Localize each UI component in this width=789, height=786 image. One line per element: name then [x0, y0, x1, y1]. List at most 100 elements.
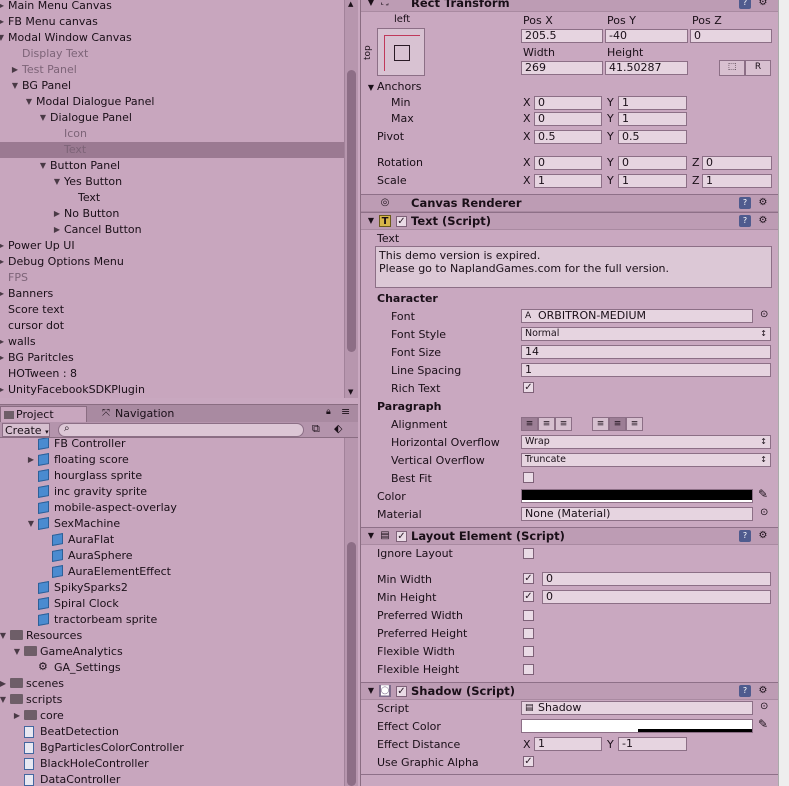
expanded-arrow-icon[interactable]: ▼: [24, 94, 34, 109]
foldout-arrow-icon[interactable]: ▼: [365, 0, 377, 9]
collapsed-arrow-icon[interactable]: ▶: [0, 14, 6, 29]
line-spacing-field[interactable]: 1: [521, 363, 771, 377]
rotation-y-field[interactable]: 0: [618, 156, 687, 170]
hierarchy-item[interactable]: ▼ Modal Dialogue Panel: [0, 94, 344, 110]
hierarchy-item[interactable]: Text: [0, 190, 344, 206]
object-picker-icon[interactable]: ⊙: [760, 507, 768, 518]
lock-icon[interactable]: 🔒︎: [326, 407, 331, 417]
project-search-input[interactable]: ⌕: [58, 423, 304, 437]
create-dropdown[interactable]: Create ▾: [2, 423, 50, 437]
hierarchy-item[interactable]: ▶ Main Menu Canvas: [0, 0, 344, 14]
text-content-area[interactable]: This demo version is expired. Please go …: [375, 246, 772, 288]
preferred-width-checkbox[interactable]: [523, 610, 534, 621]
project-asset-item[interactable]: FB Controller: [0, 438, 344, 452]
hierarchy-item[interactable]: ▶ Cancel Button: [0, 222, 344, 238]
panel-menu-icon[interactable]: ≡: [341, 405, 350, 418]
expanded-arrow-icon[interactable]: ▼: [12, 644, 22, 659]
canvas-renderer-header[interactable]: ◎ Canvas Renderer ? ⚙: [361, 194, 778, 212]
tab-project[interactable]: Project: [0, 406, 87, 423]
ignore-layout-checkbox[interactable]: [523, 548, 534, 559]
hierarchy-item[interactable]: ▼ Button Panel: [0, 158, 344, 174]
pivot-x-field[interactable]: 0.5: [534, 130, 602, 144]
scale-y-field[interactable]: 1: [618, 174, 687, 188]
object-picker-icon[interactable]: ⊙: [760, 309, 768, 320]
align-right-icon[interactable]: ≡: [555, 417, 572, 431]
project-asset-item[interactable]: BlackHoleController: [0, 756, 344, 772]
best-fit-checkbox[interactable]: [523, 472, 534, 483]
anchor-preset-button[interactable]: [377, 28, 425, 76]
hierarchy-item[interactable]: ▶ No Button: [0, 206, 344, 222]
font-field[interactable]: A ORBITRON-MEDIUM: [521, 309, 753, 323]
collapsed-arrow-icon[interactable]: ▶: [12, 708, 22, 723]
rotation-z-field[interactable]: 0: [702, 156, 772, 170]
project-asset-item[interactable]: SpikySparks2: [0, 580, 344, 596]
horizontal-overflow-dropdown[interactable]: Wrap: [521, 435, 771, 449]
hierarchy-item[interactable]: Icon: [0, 126, 344, 142]
align-middle-icon[interactable]: ≡: [609, 417, 626, 431]
project-asset-item[interactable]: ▼ Resources: [0, 628, 344, 644]
min-width-checkbox[interactable]: ✓: [523, 573, 534, 584]
gear-icon[interactable]: ⚙: [757, 197, 769, 209]
anchors-foldout-icon[interactable]: ▼: [365, 82, 377, 94]
hierarchy-item[interactable]: HOTween : 8: [0, 366, 344, 382]
script-field[interactable]: ▤ Shadow: [521, 701, 753, 715]
anchor-max-x-field[interactable]: 0: [534, 112, 602, 126]
rect-transform-header[interactable]: ▼ ⛶ Rect Transform ? ⚙: [361, 0, 778, 12]
material-field[interactable]: None (Material): [521, 507, 753, 521]
collapsed-arrow-icon[interactable]: ▶: [0, 350, 6, 365]
scale-z-field[interactable]: 1: [702, 174, 772, 188]
hierarchy-item[interactable]: ▼ BG Panel: [0, 78, 344, 94]
collapsed-arrow-icon[interactable]: ▶: [0, 382, 6, 397]
project-asset-item[interactable]: ▶ floating score: [0, 452, 344, 468]
anchor-min-y-field[interactable]: 1: [618, 96, 687, 110]
layout-element-header[interactable]: ▼ ▤ ✓ Layout Element (Script) ? ⚙: [361, 527, 778, 545]
pos-y-field[interactable]: -40: [605, 29, 688, 43]
scroll-up-icon[interactable]: ▲: [348, 0, 353, 8]
flexible-width-checkbox[interactable]: [523, 646, 534, 657]
gear-icon[interactable]: ⚙: [757, 685, 769, 697]
vertical-overflow-dropdown[interactable]: Truncate: [521, 453, 771, 467]
font-style-dropdown[interactable]: Normal: [521, 327, 771, 341]
hierarchy-item[interactable]: ▶ BG Paritcles: [0, 350, 344, 366]
hierarchy-item[interactable]: Score text: [0, 302, 344, 318]
anchor-max-y-field[interactable]: 1: [618, 112, 687, 126]
help-icon[interactable]: ?: [739, 685, 751, 697]
pos-x-field[interactable]: 205.5: [521, 29, 603, 43]
use-graphic-alpha-checkbox[interactable]: ✓: [523, 756, 534, 767]
collapsed-arrow-icon[interactable]: ▶: [0, 334, 6, 349]
expanded-arrow-icon[interactable]: ▼: [38, 110, 48, 125]
scale-x-field[interactable]: 1: [534, 174, 602, 188]
font-size-field[interactable]: 14: [521, 345, 771, 359]
project-asset-item[interactable]: BeatDetection: [0, 724, 344, 740]
shadow-enabled-checkbox[interactable]: ✓: [396, 686, 407, 697]
align-top-icon[interactable]: ≡: [592, 417, 609, 431]
project-asset-item[interactable]: BgParticlesColorController: [0, 740, 344, 756]
project-asset-item[interactable]: Spiral Clock: [0, 596, 344, 612]
anchor-min-x-field[interactable]: 0: [534, 96, 602, 110]
align-center-icon[interactable]: ≡: [538, 417, 555, 431]
collapsed-arrow-icon[interactable]: ▶: [26, 452, 36, 467]
gear-icon[interactable]: ⚙: [757, 215, 769, 227]
hierarchy-item[interactable]: FPS: [0, 270, 344, 286]
hierarchy-item[interactable]: ▼ Yes Button: [0, 174, 344, 190]
project-scroll-thumb[interactable]: [347, 542, 356, 786]
text-script-header[interactable]: ▼ T ✓ Text (Script) ? ⚙: [361, 212, 778, 230]
hierarchy-item[interactable]: Text: [0, 142, 344, 158]
hierarchy-item[interactable]: ▼ Dialogue Panel: [0, 110, 344, 126]
expanded-arrow-icon[interactable]: ▼: [0, 628, 8, 643]
project-asset-item[interactable]: ▼ scripts: [0, 692, 344, 708]
collapsed-arrow-icon[interactable]: ▶: [0, 676, 8, 691]
pivot-y-field[interactable]: 0.5: [618, 130, 687, 144]
project-asset-item[interactable]: ▶ core: [0, 708, 344, 724]
expanded-arrow-icon[interactable]: ▼: [10, 78, 20, 93]
project-asset-item[interactable]: hourglass sprite: [0, 468, 344, 484]
project-asset-item[interactable]: AuraFlat: [0, 532, 344, 548]
expanded-arrow-icon[interactable]: ▼: [0, 30, 6, 45]
project-scrollbar[interactable]: [344, 438, 358, 786]
min-width-field[interactable]: 0: [542, 572, 771, 586]
hierarchy-item[interactable]: ▶ Banners: [0, 286, 344, 302]
project-asset-item[interactable]: AuraSphere: [0, 548, 344, 564]
project-asset-item[interactable]: tractorbeam sprite: [0, 612, 344, 628]
effect-distance-y-field[interactable]: -1: [618, 737, 687, 751]
filter-by-type-icon[interactable]: ⧉: [312, 422, 320, 436]
